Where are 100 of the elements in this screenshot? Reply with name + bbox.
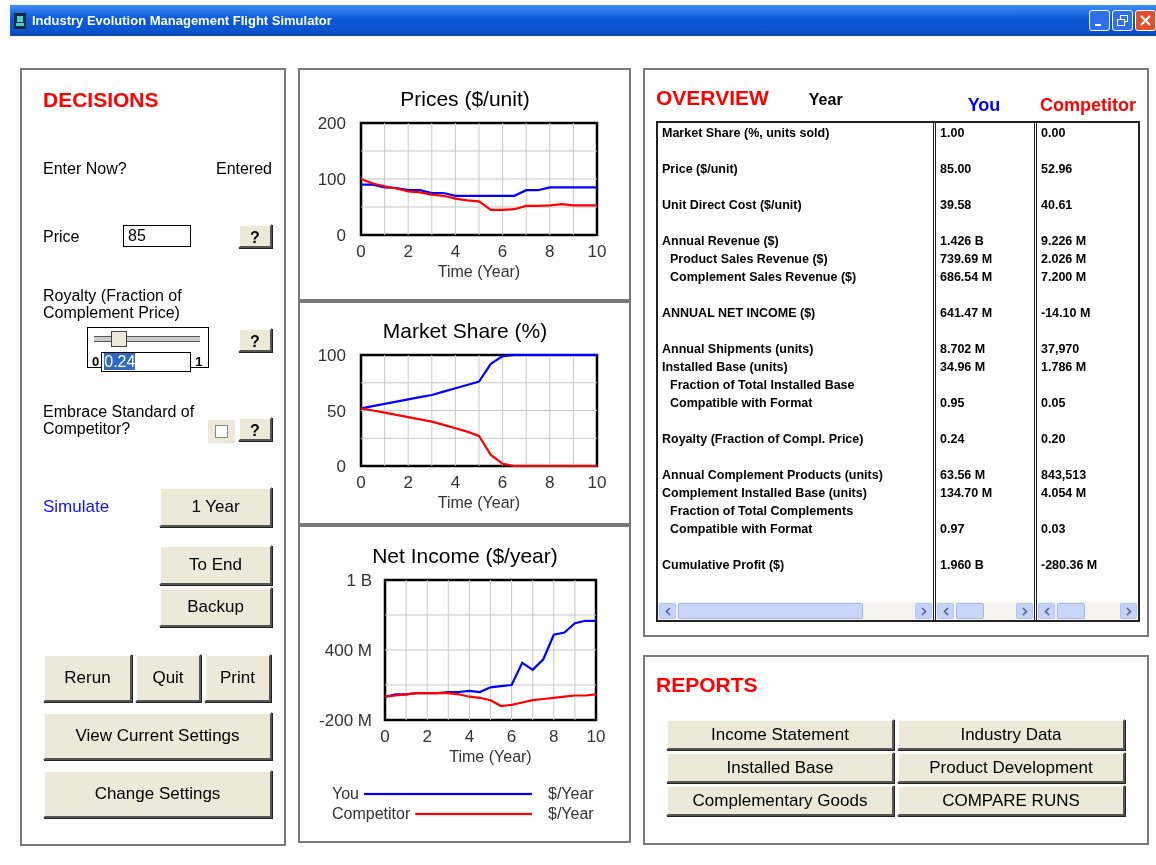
table-cell-text: -14.10 M [1041,305,1092,322]
legend-label: Competitor [332,805,411,822]
axis-tick-label: 8 [549,727,559,746]
axis-tick-label: 0 [356,473,366,492]
row-label: Compatible with Format [669,395,814,412]
row-label: Annual Revenue ($) [662,233,780,250]
settings-button[interactable]: Change Settings [43,770,272,818]
scroll-right-button[interactable] [915,603,932,619]
report-button[interactable]: Industry Data [897,719,1125,750]
axis-title: Time (Year) [449,748,532,765]
axis-tick-label: 4 [450,473,461,492]
table-cell-text: 40.61 [1041,197,1074,214]
action-button[interactable]: Quit [135,654,201,702]
help-button[interactable]: ? [238,224,272,248]
row-label: Royalty (Fraction of Compl. Price) [662,431,865,448]
legend-unit: $/Year [548,785,594,802]
axis-tick-label: 1 B [346,571,372,590]
checkbox[interactable] [215,425,228,438]
report-button[interactable]: Product Development [897,752,1125,783]
scroll-left-button[interactable] [659,603,676,619]
table-cell-text: 0.20 [1041,431,1067,448]
axis-tick-label: 10 [586,727,606,746]
report-button[interactable]: Installed Base [666,752,894,783]
axis-tick-label: 2 [422,727,432,746]
axis-tick-label: 6 [497,242,508,261]
restore-button[interactable] [1112,10,1133,31]
simulate-button[interactable]: Backup [159,587,272,627]
table-cell-text: 0.24 [940,431,966,448]
table-cell-text: 7.200 M [1041,269,1088,286]
axis-tick-label: 8 [545,242,555,261]
scroll-left-button[interactable] [937,603,954,619]
row-label: Compatible with Format [669,521,814,538]
axis-tick-label: 2 [403,242,413,261]
report-button[interactable]: Income Statement [666,719,894,750]
help-button[interactable]: ? [238,328,272,352]
axis-tick-label: 4 [450,242,461,261]
min-label: 0 [92,353,100,372]
axis-tick-label: 400 M [324,641,372,660]
slider-thumb[interactable] [111,331,128,347]
legend-label: You [332,785,359,802]
table-cell-text: 686.54 M [940,269,994,286]
royalty-field[interactable]: 0.24 [101,352,192,372]
row-label: Unit Direct Cost ($/unit) [662,197,803,214]
scroll-left-button[interactable] [1038,603,1055,619]
simulate-button[interactable]: To End [159,545,272,585]
axis-title: Time (Year) [437,263,521,280]
axis-tick-label: 0 [356,242,366,261]
action-button[interactable]: Print [204,654,271,702]
table-cell-text: 0.97 [940,521,966,538]
price-field[interactable]: 85 [123,225,191,247]
row-label: Market Share (%, units sold) [662,125,831,142]
help-button[interactable]: ? [238,417,272,441]
row-label: Fraction of Total Installed Base [669,377,856,394]
axis-tick-label: 0 [380,727,390,746]
row-label: Complement Sales Revenue ($) [669,269,858,286]
close-button[interactable] [1135,10,1156,31]
settings-button[interactable]: View Current Settings [43,712,272,760]
axis-tick-label: 50 [327,401,346,421]
scroll-right-button[interactable] [1016,603,1033,619]
minimize-icon [1095,24,1101,26]
field-label: Price [43,227,81,245]
table-cell-text: 843,513 [1041,467,1088,484]
simulate-button[interactable]: 1 Year [159,487,272,527]
table-cell-text: 0.05 [1041,395,1067,412]
table-cell-text: 0.95 [940,395,966,412]
table-cell-text: 34.96 M [940,359,987,376]
action-button[interactable]: Rerun [43,654,132,702]
axis-tick-label: 200 [317,114,346,133]
table-cell-text: 0.03 [1041,521,1067,538]
axis-tick-label: 6 [506,727,517,746]
scrollbar-thumb[interactable] [678,603,863,619]
field-label: Embrace Standard of Competitor? [43,403,196,437]
row-label: Price ($/unit) [662,161,739,178]
axis-title: Time (Year) [437,494,521,511]
row-label: Cumulative Profit ($) [662,557,786,574]
panel-title: REPORTS [656,673,759,697]
status-text: Entered [215,160,272,177]
chart-title: Net Income ($/year) [372,544,558,567]
column-label: Year [808,90,843,110]
row-label: Product Sales Revenue ($) [669,251,829,268]
section-label: Simulate [43,496,110,519]
report-button[interactable]: Complementary Goods [666,785,894,816]
scrollbar-thumb[interactable] [956,603,984,619]
report-button[interactable]: COMPARE RUNS [897,785,1125,816]
restore-icon [1117,15,1128,26]
table-cell-text: -280.36 M [1041,557,1099,574]
scroll-right-button[interactable] [1120,603,1137,619]
table-cell-text: 1.960 B [940,557,985,574]
axis-tick-label: 10 [587,473,607,492]
table-cell-text: 739.69 M [940,251,994,268]
table-cell-text: 0.00 [1041,125,1067,142]
axis-tick-label: 0 [336,457,346,476]
chevron-left-icon [1043,606,1050,616]
row-label: Complement Installed Base (units) [662,485,868,502]
column-header: You [967,94,1001,117]
minimize-button[interactable] [1089,10,1110,31]
chevron-right-icon [920,606,927,616]
row-label: Fraction of Total Complements [669,503,855,520]
panel-title: OVERVIEW [656,86,769,110]
scrollbar-thumb[interactable] [1057,603,1085,619]
